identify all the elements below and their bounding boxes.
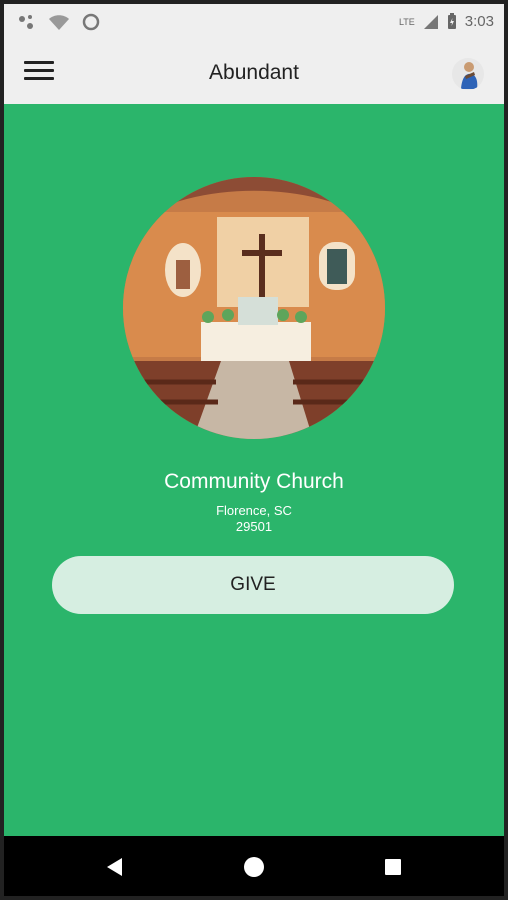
avatar-button[interactable]	[452, 58, 484, 90]
network-type: LTE	[398, 16, 415, 27]
back-button[interactable]	[99, 852, 129, 882]
sync-icon	[82, 13, 100, 31]
home-button[interactable]	[239, 852, 269, 882]
home-circle-icon	[244, 857, 264, 877]
recents-button[interactable]	[378, 852, 408, 882]
wifi-icon	[49, 15, 69, 30]
notification-icon	[19, 15, 33, 29]
android-navigation-bar	[4, 836, 504, 896]
back-triangle-icon	[107, 858, 122, 876]
church-name: Community Church	[164, 470, 344, 493]
battery-icon	[447, 13, 456, 29]
give-button[interactable]: GIVE	[52, 556, 454, 614]
app-bar: Abundant	[4, 41, 504, 104]
app-title: Abundant	[209, 61, 299, 84]
status-time: 3:03	[464, 13, 494, 30]
church-photo	[123, 177, 385, 439]
church-address: Florence, SC 29501	[4, 503, 504, 535]
church-zip: 29501	[235, 519, 273, 534]
church-interior-image	[123, 177, 385, 439]
status-right-icons: LTE 3:03	[399, 13, 494, 30]
church-city-state: Florence, SC	[216, 503, 292, 518]
church-content: Community Church Florence, SC 29501 GIVE	[4, 104, 504, 896]
recents-square-icon	[385, 859, 401, 875]
signal-icon	[423, 14, 438, 29]
status-left-icons	[18, 13, 100, 31]
avatar-icon	[461, 62, 478, 89]
phone-screen: LTE 3:03 Abundant Community Church Flore…	[4, 4, 504, 896]
status-bar: LTE 3:03	[4, 4, 504, 41]
